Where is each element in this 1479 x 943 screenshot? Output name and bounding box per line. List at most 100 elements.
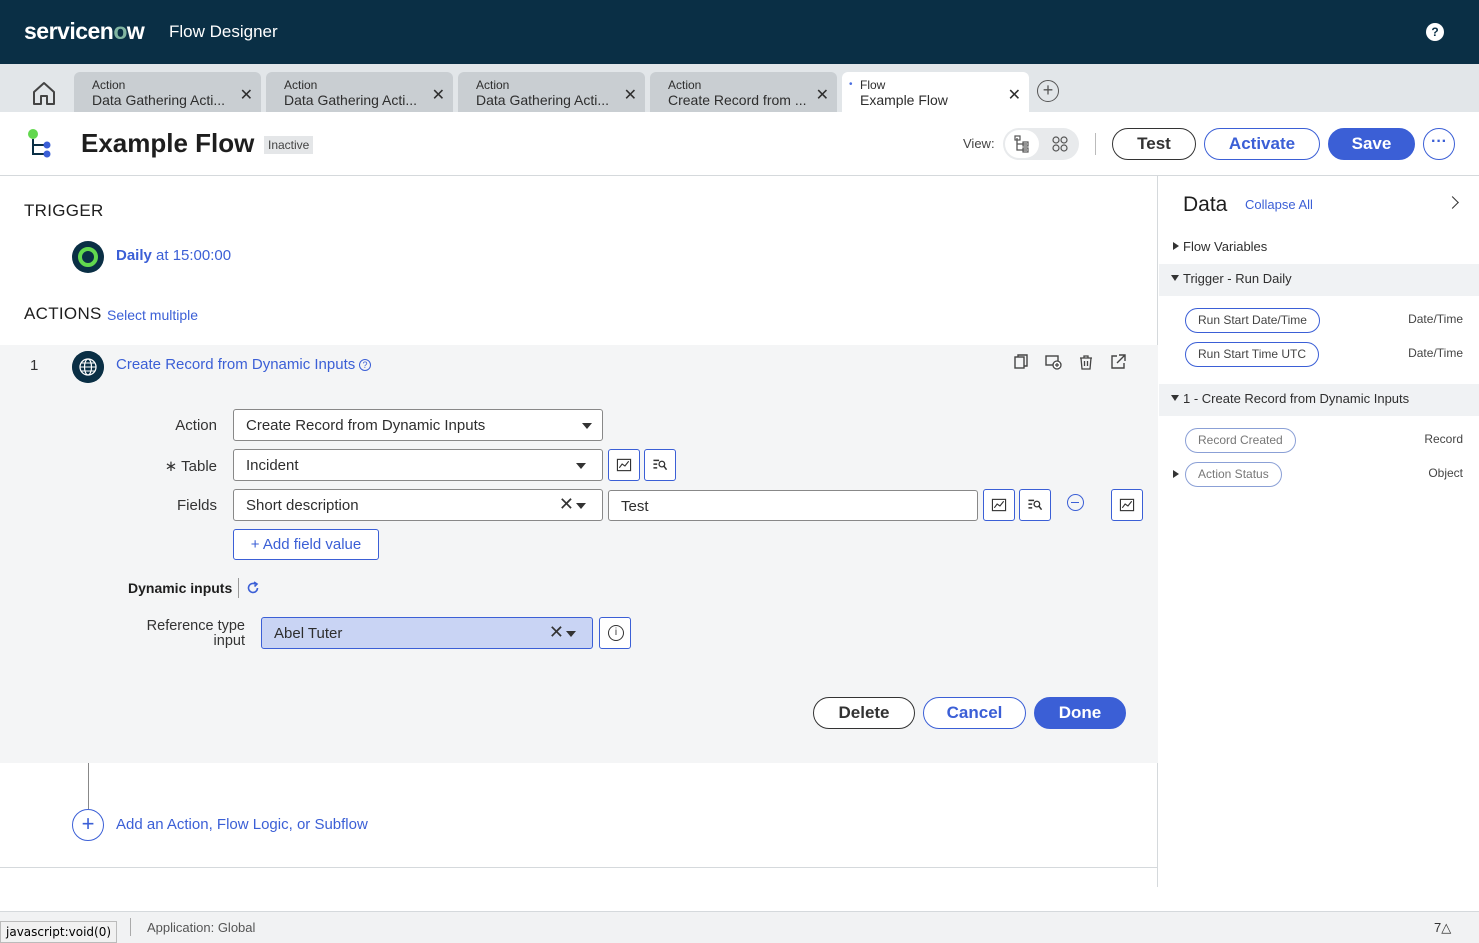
help-icon[interactable]: ?	[359, 359, 371, 371]
reference-type-select[interactable]: Abel Tuter ✕	[261, 617, 593, 649]
tree-item-flow-variables[interactable]: Flow Variables	[1159, 232, 1479, 260]
data-pill-picker-icon[interactable]	[983, 489, 1015, 521]
delete-button[interactable]: Delete	[813, 697, 915, 729]
add-action-link[interactable]: Add an Action, Flow Logic, or Subflow	[116, 816, 368, 833]
clear-icon[interactable]: ✕	[549, 622, 564, 643]
tab-type: Action	[284, 78, 318, 92]
reference-value: Abel Tuter	[274, 625, 343, 642]
tree-item-label: Trigger - Run Daily	[1183, 271, 1292, 286]
fields-label: Fields	[176, 497, 217, 514]
close-icon[interactable]: ✕	[432, 85, 445, 105]
action-select-value: Create Record from Dynamic Inputs	[246, 417, 486, 434]
globe-icon	[72, 351, 104, 383]
activate-button[interactable]: Activate	[1204, 128, 1320, 160]
caret-right-icon[interactable]	[1173, 470, 1179, 478]
tab-type: Action	[92, 78, 126, 92]
scripted-value-icon[interactable]	[644, 449, 676, 481]
add-tab-icon[interactable]: +	[1037, 80, 1059, 102]
add-field-value-button[interactable]: + Add field value	[233, 529, 379, 560]
caret-down-icon	[1171, 395, 1179, 401]
chevron-down-icon	[582, 423, 592, 429]
add-action-icon[interactable]: +	[72, 809, 104, 841]
flow-tree-icon	[28, 129, 51, 158]
notification-count[interactable]: 7△	[1434, 920, 1451, 936]
trigger-time: at 15:00:00	[151, 247, 232, 264]
field-value-input[interactable]: Test	[608, 490, 978, 521]
tab-action-3[interactable]: Action Data Gathering Acti... ✕	[458, 72, 645, 112]
tree-item-label: 1 - Create Record from Dynamic Inputs	[1183, 391, 1410, 406]
trigger-schedule: Daily	[116, 247, 152, 264]
tab-type: Action	[668, 78, 702, 92]
caret-right-icon	[1173, 242, 1179, 250]
close-icon[interactable]: ✕	[816, 85, 829, 105]
action-field-label: Action	[175, 417, 217, 434]
plus-icon: +	[250, 536, 263, 553]
field-name-value: Short description	[246, 497, 359, 514]
data-pill-run-start-utc[interactable]: Run Start Time UTC	[1185, 342, 1320, 367]
app-name: Flow Designer	[169, 22, 278, 41]
servicenow-logo[interactable]: servicenow	[24, 18, 145, 45]
view-label: View:	[963, 136, 995, 151]
step-number: 1	[30, 357, 39, 374]
table-select-value: Incident	[246, 457, 299, 474]
open-external-icon[interactable]	[1109, 353, 1127, 371]
table-select[interactable]: Incident	[233, 449, 603, 481]
browser-status-url: javascript:void(0)	[0, 921, 118, 943]
more-options-icon[interactable]: ···	[1423, 128, 1455, 160]
tab-action-2[interactable]: Action Data Gathering Acti... ✕	[266, 72, 453, 112]
cancel-button[interactable]: Cancel	[923, 697, 1026, 729]
application-scope[interactable]: Application: Global	[147, 920, 255, 935]
scripted-value-icon[interactable]	[1019, 489, 1051, 521]
pill-type-label: Date/Time	[1408, 346, 1463, 360]
select-multiple-link[interactable]: Select multiple	[107, 307, 198, 323]
add-field-label: Add field value	[262, 536, 362, 553]
action-select[interactable]: Create Record from Dynamic Inputs	[233, 409, 603, 441]
data-pill-record-created[interactable]: Record Created	[1185, 428, 1296, 453]
close-icon[interactable]: ✕	[1008, 85, 1021, 105]
tree-item-action-1[interactable]: 1 - Create Record from Dynamic Inputs	[1159, 384, 1479, 416]
view-toggle[interactable]	[1003, 128, 1079, 160]
tree-item-trigger[interactable]: Trigger - Run Daily	[1159, 264, 1479, 296]
reference-type-input-label: Reference type input	[120, 619, 245, 649]
status-badge: Inactive	[264, 136, 314, 154]
collapse-all-link[interactable]: Collapse All	[1245, 197, 1313, 212]
tab-action-4[interactable]: Action Create Record from ... ✕	[650, 72, 837, 112]
action-step-title[interactable]: Create Record from Dynamic Inputs	[116, 356, 355, 373]
pill-type-label: Record	[1424, 432, 1463, 446]
trash-icon[interactable]	[1077, 353, 1095, 371]
tab-name: Data Gathering Acti...	[92, 92, 226, 108]
actions-section-label: ACTIONS	[24, 304, 102, 323]
pill-type-label: Date/Time	[1408, 312, 1463, 326]
trigger-summary[interactable]: Daily at 15:00:00	[116, 247, 231, 264]
home-icon[interactable]	[30, 80, 58, 106]
diagram-view-icon[interactable]	[1043, 130, 1077, 158]
tab-action-1[interactable]: Action Data Gathering Acti... ✕	[74, 72, 261, 112]
tree-item-label: Flow Variables	[1183, 239, 1268, 254]
chevron-down-icon	[566, 631, 576, 637]
clear-icon[interactable]: ✕	[559, 494, 574, 515]
data-pill-picker-icon[interactable]	[1111, 489, 1143, 521]
list-view-icon[interactable]	[1005, 130, 1039, 158]
tab-flow-active[interactable]: • Flow Example Flow ✕	[842, 72, 1029, 112]
test-button[interactable]: Test	[1112, 128, 1196, 160]
data-pill-run-start-datetime[interactable]: Run Start Date/Time	[1185, 308, 1320, 333]
close-icon[interactable]: ✕	[240, 85, 253, 105]
help-icon[interactable]: ?	[1426, 23, 1444, 41]
dynamic-inputs-label: Dynamic inputs	[128, 580, 233, 596]
trigger-clock-icon	[72, 241, 104, 273]
close-icon[interactable]: ✕	[624, 85, 637, 105]
trigger-section-label: TRIGGER	[24, 201, 104, 220]
data-pill-picker-icon[interactable]	[608, 449, 640, 481]
remove-field-icon[interactable]	[1067, 494, 1084, 511]
refresh-icon[interactable]	[246, 581, 260, 595]
data-pill-action-status[interactable]: Action Status	[1185, 462, 1282, 487]
tab-name: Data Gathering Acti...	[476, 92, 610, 108]
add-comment-icon[interactable]	[1044, 353, 1062, 371]
info-icon[interactable]	[599, 617, 631, 649]
save-button[interactable]: Save	[1328, 128, 1415, 160]
done-button[interactable]: Done	[1034, 697, 1126, 729]
field-name-select[interactable]: Short description ✕	[233, 489, 603, 521]
copy-icon[interactable]	[1012, 353, 1030, 371]
tab-name: Data Gathering Acti...	[284, 92, 418, 108]
tab-type: Action	[476, 78, 510, 92]
